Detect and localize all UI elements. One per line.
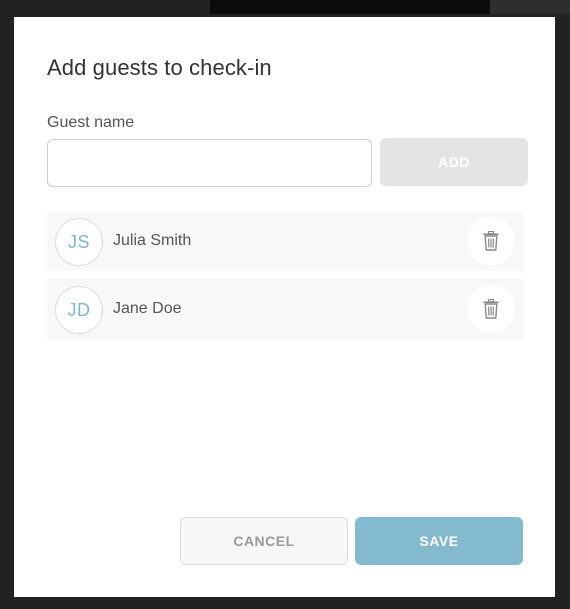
cancel-button[interactable]: CANCEL [180,517,348,565]
trash-icon [483,231,499,251]
guest-row: JS Julia Smith [47,211,523,271]
guest-name: Jane Doe [113,300,182,317]
add-guests-dialog: Add guests to check-in Guest name ADD JS… [14,17,555,597]
delete-guest-button[interactable] [467,217,515,265]
delete-guest-button[interactable] [467,285,515,333]
avatar: JS [55,218,103,266]
guest-name-label: Guest name [47,114,135,131]
guest-name-input[interactable] [47,139,372,187]
trash-icon [483,299,499,319]
guest-row: JD Jane Doe [47,279,523,339]
guest-name: Julia Smith [113,232,192,249]
save-button[interactable]: SAVE [355,517,523,565]
avatar: JD [55,286,103,334]
guest-list: JS Julia Smith JD Jane Doe [47,211,523,347]
add-guest-button[interactable]: ADD [380,138,528,186]
dialog-title: Add guests to check-in [47,55,272,80]
backdrop-header-accent [490,0,570,14]
